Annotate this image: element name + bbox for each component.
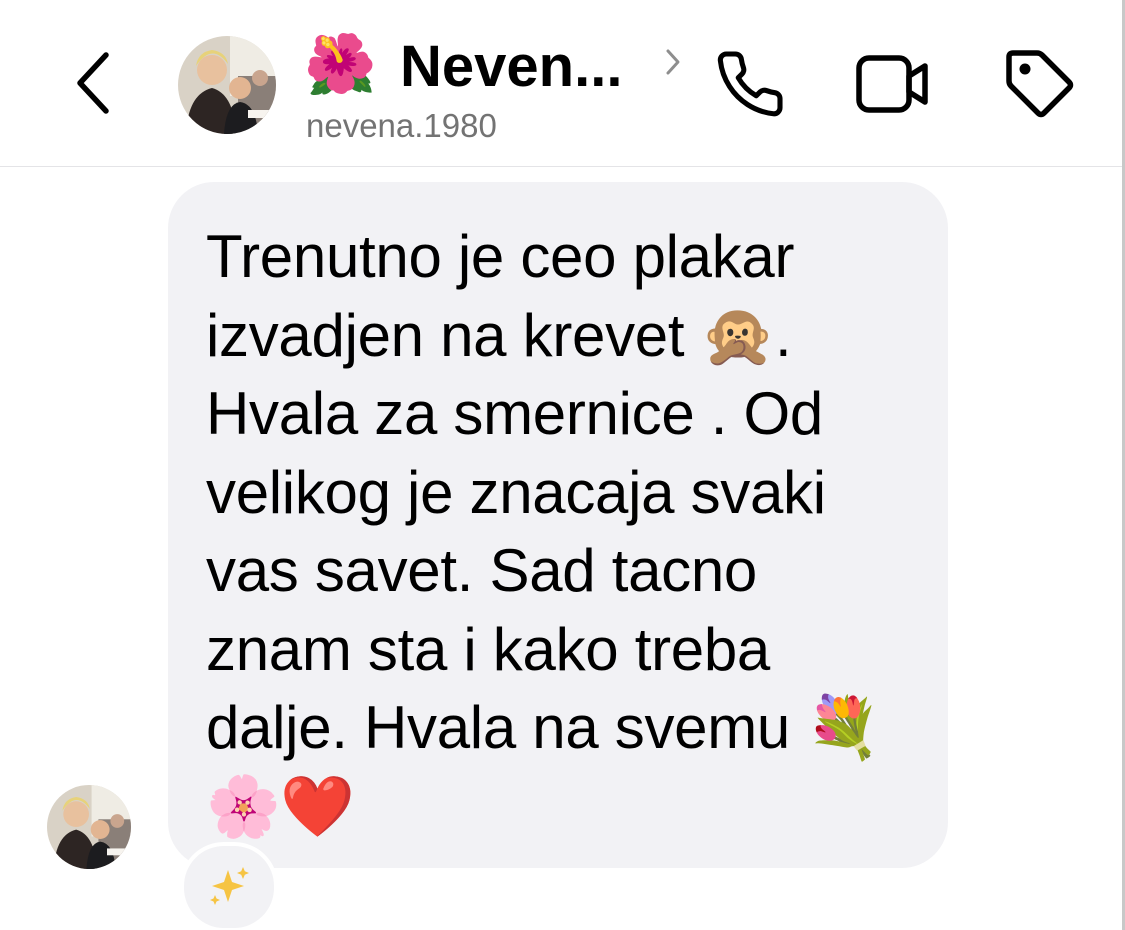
contact-title[interactable]: 🌺 Neven... nevena.1980 (304, 20, 704, 150)
message-bubble[interactable]: Trenutno je ceo plakar izvadjen na kreve… (168, 182, 948, 868)
sparkles-icon (210, 867, 249, 905)
contact-name: Neven... (400, 34, 623, 99)
message-reaction[interactable] (180, 842, 278, 930)
tag-icon (1006, 50, 1074, 118)
chevron-left-icon (77, 52, 109, 114)
chat-header: 🌺 Neven... nevena.1980 (0, 0, 1125, 167)
phone-icon (717, 51, 783, 117)
back-button[interactable] (62, 48, 126, 118)
sender-avatar[interactable] (47, 785, 131, 869)
hibiscus-emoji: 🌺 (304, 30, 377, 98)
chevron-right-icon (666, 49, 680, 75)
tag-button[interactable] (1000, 46, 1076, 122)
video-call-button[interactable] (855, 46, 931, 122)
audio-call-button[interactable] (712, 46, 788, 122)
message-text: Trenutno je ceo plakar izvadjen na kreve… (206, 223, 881, 840)
contact-username: nevena.1980 (306, 107, 497, 144)
video-camera-icon (856, 55, 928, 113)
contact-avatar[interactable] (178, 36, 276, 134)
direct-message-screen: 🌺 Neven... nevena.1980 Trenutno je ceo p… (0, 0, 1125, 930)
